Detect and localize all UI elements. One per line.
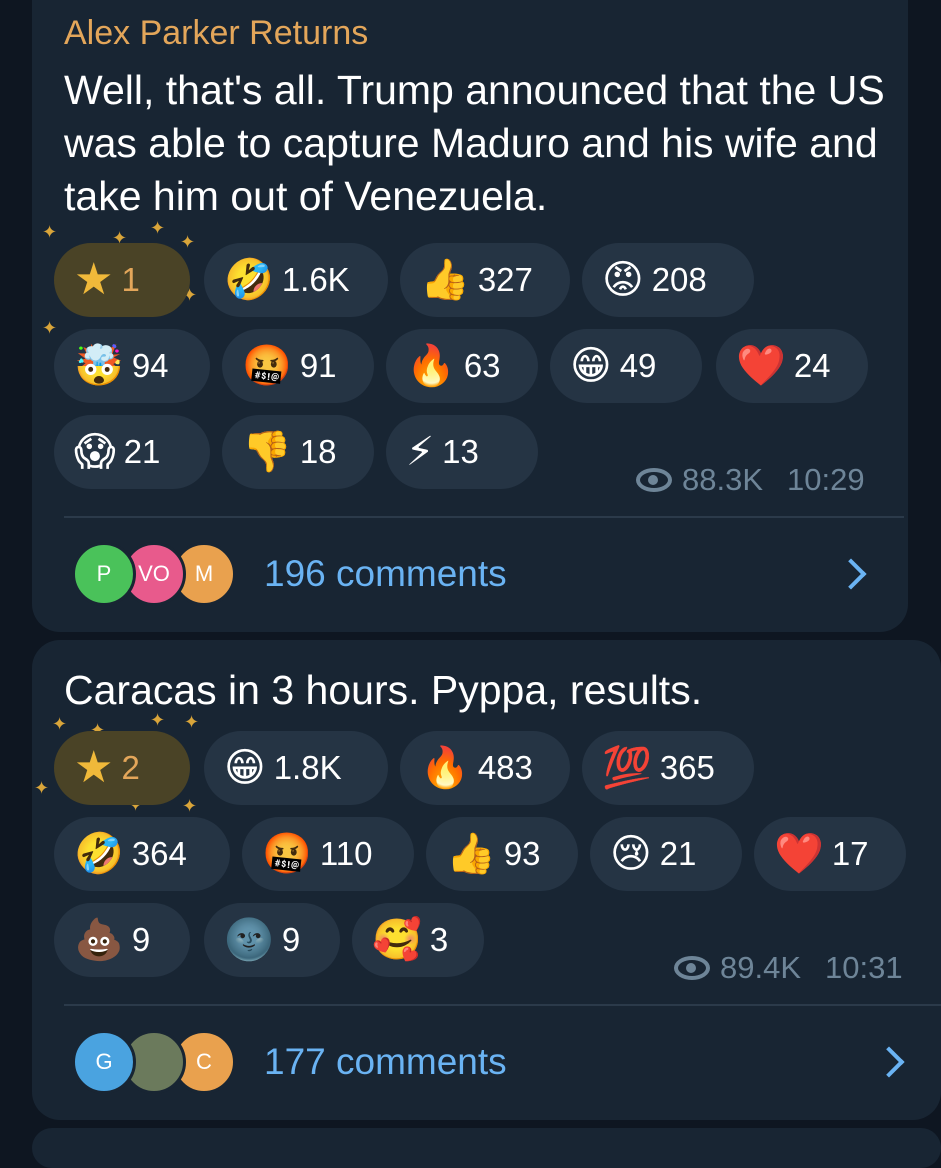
- avatar: P: [72, 542, 136, 606]
- thumbs-up-emoji-icon: 👍: [446, 831, 496, 877]
- reaction-cursing[interactable]: 🤬 91: [222, 329, 374, 403]
- reaction-star[interactable]: ★ 1: [54, 243, 190, 317]
- reaction-lightning[interactable]: ⚡ 13: [386, 415, 538, 489]
- views-eye-icon: [636, 468, 672, 492]
- reaction-thumbs-up[interactable]: 👍 327: [400, 243, 570, 317]
- star-icon: ★: [74, 255, 114, 304]
- commenter-avatars: G C: [72, 1030, 242, 1094]
- next-post-preview: [32, 1128, 941, 1168]
- reaction-sad[interactable]: 😢 21: [590, 817, 742, 891]
- reaction-cursing[interactable]: 🤬 110: [242, 817, 414, 891]
- comments-count-label: 196 comments: [264, 553, 507, 594]
- star-icon: ★: [74, 743, 114, 792]
- reaction-fire[interactable]: 🔥 483: [400, 731, 570, 805]
- lightning-emoji-icon: ⚡: [406, 429, 435, 475]
- fire-emoji-icon: 🔥: [420, 745, 470, 791]
- view-count: 88.3K: [682, 462, 764, 497]
- reaction-fire[interactable]: 🔥 63: [386, 329, 538, 403]
- reaction-star[interactable]: ★ 2: [54, 731, 190, 805]
- reaction-rofl[interactable]: 🤣 364: [54, 817, 230, 891]
- post-time: 10:31: [825, 950, 903, 985]
- exploding-head-emoji-icon: 🤯: [74, 343, 124, 389]
- reaction-moon[interactable]: 🌚 9: [204, 903, 340, 977]
- cursing-emoji-icon: 🤬: [242, 343, 292, 389]
- commenter-avatars: P VO M: [72, 542, 242, 606]
- sad-emoji-icon: 😢: [610, 831, 652, 877]
- moon-face-emoji-icon: 🌚: [224, 917, 274, 963]
- thumbs-up-emoji-icon: 👍: [420, 257, 470, 303]
- channel-post-1[interactable]: Alex Parker Returns Well, that's all. Tr…: [32, 0, 908, 632]
- grin-emoji-icon: 😁: [570, 343, 612, 389]
- cursing-emoji-icon: 🤬: [262, 831, 312, 877]
- comments-button[interactable]: G C 177 comments: [72, 1030, 507, 1094]
- reaction-thumbs-up[interactable]: 👍 93: [426, 817, 578, 891]
- divider: [64, 1004, 941, 1006]
- fire-emoji-icon: 🔥: [406, 343, 456, 389]
- reaction-heart[interactable]: ❤️ 17: [754, 817, 906, 891]
- grin-emoji-icon: 😁: [224, 745, 266, 791]
- scream-emoji-icon: 😱: [74, 429, 116, 475]
- poop-emoji-icon: 💩: [74, 917, 124, 963]
- avatar: G: [72, 1030, 136, 1094]
- reaction-angry[interactable]: 😡 208: [582, 243, 754, 317]
- post-time: 10:29: [787, 462, 865, 497]
- reaction-grin[interactable]: 😁 1.8K: [204, 731, 388, 805]
- view-count: 89.4K: [720, 950, 802, 985]
- sender-name[interactable]: Alex Parker Returns: [64, 14, 368, 53]
- smiling-hearts-emoji-icon: 🥰: [372, 917, 422, 963]
- reaction-smiling-hearts[interactable]: 🥰 3: [352, 903, 484, 977]
- heart-emoji-icon: ❤️: [736, 343, 786, 389]
- heart-emoji-icon: ❤️: [774, 831, 824, 877]
- post-meta: 89.4K 10:31: [674, 950, 903, 986]
- reaction-poop[interactable]: 💩 9: [54, 903, 190, 977]
- reaction-grin[interactable]: 😁 49: [550, 329, 702, 403]
- rofl-emoji-icon: 🤣: [74, 831, 124, 877]
- post-meta: 88.3K 10:29: [636, 462, 865, 498]
- divider: [64, 516, 904, 518]
- reaction-exploding-head[interactable]: 🤯 94: [54, 329, 210, 403]
- angry-emoji-icon: 😡: [602, 257, 644, 303]
- reaction-hundred[interactable]: 💯 365: [582, 731, 754, 805]
- thumbs-down-emoji-icon: 👎: [242, 429, 292, 475]
- comments-button[interactable]: P VO M 196 comments: [72, 542, 507, 606]
- reaction-rofl[interactable]: 🤣 1.6K: [204, 243, 388, 317]
- message-text: Well, that's all. Trump announced that t…: [64, 67, 885, 219]
- channel-post-2[interactable]: Caracas in 3 hours. Pyppa, results. ✦ ✦ …: [32, 640, 941, 1120]
- views-eye-icon: [674, 956, 710, 980]
- chevron-right-icon[interactable]: [873, 1046, 905, 1078]
- chevron-right-icon[interactable]: [835, 558, 867, 590]
- rofl-emoji-icon: 🤣: [224, 257, 274, 303]
- message-text: Caracas in 3 hours. Pyppa, results.: [64, 667, 703, 713]
- comments-count-label: 177 comments: [264, 1041, 507, 1082]
- reaction-scream[interactable]: 😱 21: [54, 415, 210, 489]
- reaction-thumbs-down[interactable]: 👎 18: [222, 415, 374, 489]
- reaction-heart[interactable]: ❤️ 24: [716, 329, 868, 403]
- hundred-emoji-icon: 💯: [602, 745, 652, 791]
